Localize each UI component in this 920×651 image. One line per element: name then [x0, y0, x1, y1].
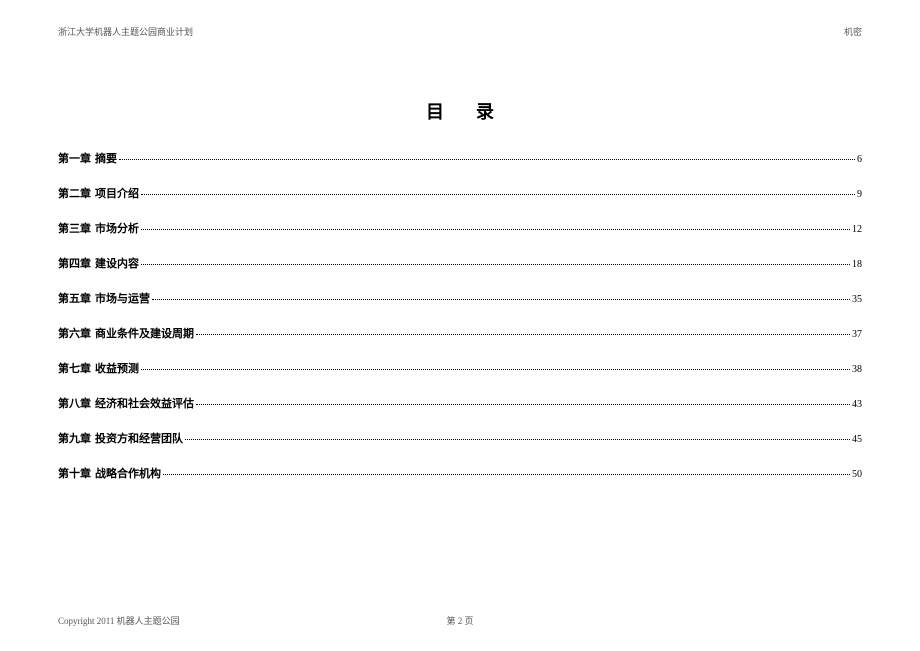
toc-chapter-number: 第四章 — [58, 255, 91, 271]
toc-entry: 第十章战略合作机构 50 — [58, 465, 862, 481]
header-right: 机密 — [844, 25, 862, 38]
toc-chapter-number: 第八章 — [58, 395, 91, 411]
toc-chapter-number: 第三章 — [58, 220, 91, 236]
header-left: 浙江大学机器人主题公园商业计划 — [58, 25, 193, 38]
page-header: 浙江大学机器人主题公园商业计划 机密 — [58, 25, 862, 38]
toc-page-number: 9 — [857, 189, 862, 200]
toc-leader-dots — [196, 334, 850, 335]
toc-title: 目录 — [58, 98, 862, 124]
toc-chapter-number: 第二章 — [58, 185, 91, 201]
toc-entry: 第二章项目介绍 9 — [58, 185, 862, 201]
toc-chapter-title: 经济和社会效益评估 — [95, 395, 194, 411]
toc-entry: 第九章投资方和经营团队 45 — [58, 430, 862, 446]
toc-chapter-number: 第九章 — [58, 430, 91, 446]
toc-entry: 第五章市场与运营 35 — [58, 290, 862, 306]
toc-leader-dots — [119, 159, 855, 160]
toc-page-number: 35 — [852, 294, 862, 305]
toc-page-number: 43 — [852, 399, 862, 410]
toc-chapter-number: 第十章 — [58, 465, 91, 481]
toc-chapter-title: 市场与运营 — [95, 290, 150, 306]
toc-chapter-title: 项目介绍 — [95, 185, 139, 201]
toc-entry: 第七章收益预测 38 — [58, 360, 862, 376]
toc-chapter-title: 战略合作机构 — [95, 465, 161, 481]
footer-copyright: Copyright 2011 机器人主题公园 — [58, 614, 180, 627]
table-of-contents: 第一章摘要 6 第二章项目介绍 9 第三章市场分析 12 第四章建设内容 18 第五章市场与运营… — [58, 150, 862, 481]
toc-page-number: 6 — [857, 154, 862, 165]
toc-chapter-title: 商业条件及建设周期 — [95, 325, 194, 341]
toc-entry: 第三章市场分析 12 — [58, 220, 862, 236]
toc-page-number: 50 — [852, 469, 862, 480]
toc-page-number: 45 — [852, 434, 862, 445]
toc-chapter-title: 投资方和经营团队 — [95, 430, 183, 446]
toc-entry: 第八章经济和社会效益评估 43 — [58, 395, 862, 411]
page-footer: Copyright 2011 机器人主题公园 第 2 页 — [58, 614, 862, 627]
toc-entry: 第六章商业条件及建设周期 37 — [58, 325, 862, 341]
toc-chapter-title: 收益预测 — [95, 360, 139, 376]
toc-leader-dots — [141, 229, 850, 230]
toc-leader-dots — [141, 194, 855, 195]
toc-chapter-number: 第五章 — [58, 290, 91, 306]
toc-chapter-title: 市场分析 — [95, 220, 139, 236]
toc-leader-dots — [141, 264, 850, 265]
toc-chapter-title: 建设内容 — [95, 255, 139, 271]
toc-page-number: 37 — [852, 329, 862, 340]
toc-chapter-title: 摘要 — [95, 150, 117, 166]
toc-chapter-number: 第七章 — [58, 360, 91, 376]
toc-entry: 第四章建设内容 18 — [58, 255, 862, 271]
toc-page-number: 12 — [852, 224, 862, 235]
document-page: 浙江大学机器人主题公园商业计划 机密 目录 第一章摘要6第二章项目介绍9第三章市… — [0, 0, 920, 651]
toc-page-number: 38 — [852, 364, 862, 375]
toc-chapter-number: 第一章 — [58, 150, 91, 166]
toc-leader-dots — [163, 474, 850, 475]
toc-leader-dots — [141, 369, 850, 370]
toc-leader-dots — [152, 299, 850, 300]
footer-page-number: 第 2 页 — [446, 614, 473, 627]
toc-leader-dots — [196, 404, 850, 405]
toc-entry: 第一章摘要 6 — [58, 150, 862, 166]
toc-chapter-number: 第六章 — [58, 325, 91, 341]
toc-leader-dots — [185, 439, 850, 440]
toc-page-number: 18 — [852, 259, 862, 270]
